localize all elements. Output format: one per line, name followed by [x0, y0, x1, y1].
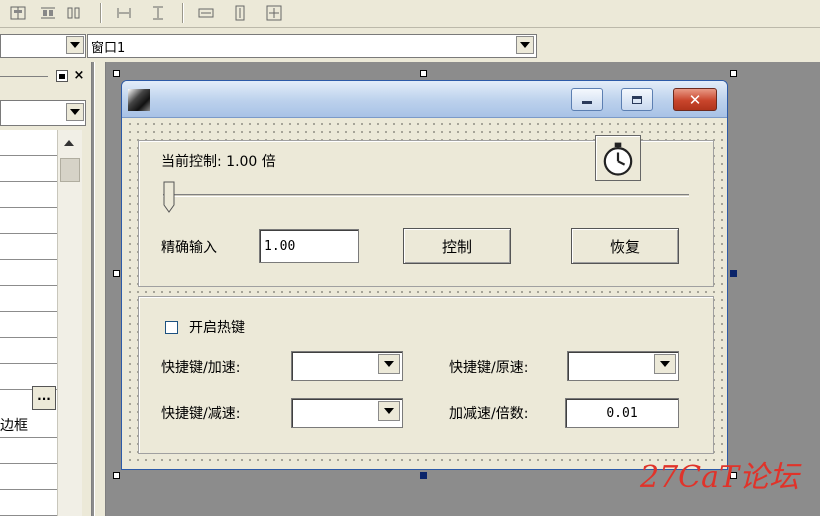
- space-horizontal-icon[interactable]: [114, 3, 134, 23]
- panel-header: ×: [0, 68, 92, 84]
- speed-slider-thumb[interactable]: [163, 181, 175, 213]
- close-panel-icon[interactable]: ×: [72, 68, 86, 83]
- chevron-down-icon: [384, 408, 394, 414]
- property-row[interactable]: 边框: [0, 412, 57, 438]
- property-row[interactable]: [0, 208, 57, 234]
- maximize-icon: [632, 95, 642, 104]
- property-row[interactable]: [0, 234, 57, 260]
- resize-handle[interactable]: [113, 270, 120, 277]
- object-selector-row: 窗口1: [0, 28, 820, 62]
- precise-input-field[interactable]: 1.00: [259, 229, 359, 263]
- form-window[interactable]: ✕ 当前控制: 1.00 倍 精确输入 1.00 控制 恢复 开启热键 快捷键/…: [121, 80, 728, 470]
- chevron-down-icon: [660, 361, 670, 367]
- current-control-label: 当前控制: 1.00 倍: [161, 154, 276, 170]
- toolbar-separator: [100, 3, 102, 23]
- scroll-up-icon[interactable]: [64, 140, 74, 146]
- precise-input-label: 精确输入: [161, 240, 217, 256]
- watermark-text: 27CaT论坛: [640, 460, 800, 495]
- property-row[interactable]: [0, 438, 57, 464]
- hotkey-group: 开启热键 快捷键/加速: 快捷键/原速: 快捷键/减速: 加减速/倍数: 0.0…: [138, 296, 714, 454]
- align-center-icon[interactable]: [8, 3, 28, 23]
- splitter[interactable]: [94, 62, 106, 516]
- maximize-button[interactable]: [621, 88, 653, 111]
- combo-dropdown-button[interactable]: [66, 103, 84, 121]
- ellipsis-button[interactable]: ...: [32, 386, 56, 410]
- step-input-field[interactable]: 0.01: [565, 398, 679, 428]
- app-icon: [128, 89, 150, 111]
- chevron-down-icon: [520, 42, 530, 48]
- property-row[interactable]: [0, 490, 57, 516]
- chevron-down-icon: [384, 361, 394, 367]
- align-distribute-icon[interactable]: [64, 3, 84, 23]
- chevron-down-icon: [70, 109, 80, 115]
- property-row[interactable]: [0, 260, 57, 286]
- combo-dropdown-button[interactable]: [66, 36, 84, 54]
- resize-handle[interactable]: [113, 70, 120, 77]
- combo-dropdown-button[interactable]: [516, 36, 534, 54]
- hotkey-slowdown-select[interactable]: [291, 398, 403, 428]
- timer-button[interactable]: [595, 135, 641, 181]
- speed-control-group: 当前控制: 1.00 倍 精确输入 1.00 控制 恢复: [138, 135, 714, 287]
- minimize-button[interactable]: [571, 88, 603, 111]
- same-width-icon[interactable]: [196, 3, 216, 23]
- hotkey-restore-label: 快捷键/原速:: [449, 360, 529, 376]
- property-panel: × ... 边框: [0, 62, 92, 516]
- speed-slider-track[interactable]: [163, 194, 689, 197]
- property-value-text: 边框: [0, 418, 28, 434]
- designer-toolbar: [0, 0, 820, 28]
- hotkey-speedup-label: 快捷键/加速:: [161, 360, 241, 376]
- property-row[interactable]: [0, 130, 57, 156]
- hotkey-restore-select[interactable]: [567, 351, 679, 381]
- close-icon: ✕: [688, 90, 702, 109]
- combo-dropdown-button[interactable]: [378, 354, 400, 374]
- combo-dropdown-button[interactable]: [378, 401, 400, 421]
- hotkey-checkbox-label: 开启热键: [189, 320, 245, 336]
- property-row[interactable]: [0, 286, 57, 312]
- same-height-icon[interactable]: [230, 3, 250, 23]
- resize-handle[interactable]: [113, 472, 120, 479]
- window-combo[interactable]: 窗口1: [87, 34, 537, 58]
- property-row[interactable]: [0, 338, 57, 364]
- minimize-icon: [582, 101, 592, 104]
- property-row[interactable]: [0, 156, 57, 182]
- component-combo[interactable]: [0, 100, 86, 126]
- property-row[interactable]: [0, 312, 57, 338]
- restore-button[interactable]: 恢复: [571, 228, 679, 264]
- hotkey-speedup-select[interactable]: [291, 351, 403, 381]
- resize-handle[interactable]: [420, 472, 427, 479]
- scroll-thumb[interactable]: [60, 158, 80, 182]
- stopwatch-icon: [603, 142, 633, 176]
- hotkey-checkbox[interactable]: [165, 321, 178, 334]
- property-scrollbar[interactable]: [57, 130, 82, 516]
- property-row[interactable]: [0, 182, 57, 208]
- hotkey-slowdown-label: 快捷键/减速:: [161, 406, 241, 422]
- toolbar-separator: [182, 3, 184, 23]
- space-vertical-icon[interactable]: [148, 3, 168, 23]
- form-client-area: 当前控制: 1.00 倍 精确输入 1.00 控制 恢复 开启热键 快捷键/加速…: [124, 118, 725, 467]
- chevron-down-icon: [70, 42, 80, 48]
- align-middle-icon[interactable]: [38, 3, 58, 23]
- step-label: 加减速/倍数:: [449, 406, 529, 422]
- resize-handle[interactable]: [730, 270, 737, 277]
- control-button[interactable]: 控制: [403, 228, 511, 264]
- same-size-icon[interactable]: [264, 3, 284, 23]
- resize-handle[interactable]: [420, 70, 427, 77]
- property-row[interactable]: [0, 464, 57, 490]
- form-titlebar[interactable]: ✕: [122, 81, 727, 118]
- object-combo[interactable]: [0, 34, 86, 58]
- resize-handle[interactable]: [730, 70, 737, 77]
- close-button[interactable]: ✕: [673, 88, 717, 111]
- combo-dropdown-button[interactable]: [654, 354, 676, 374]
- restore-panel-icon[interactable]: [56, 70, 68, 82]
- window-combo-value: 窗口1: [91, 41, 126, 56]
